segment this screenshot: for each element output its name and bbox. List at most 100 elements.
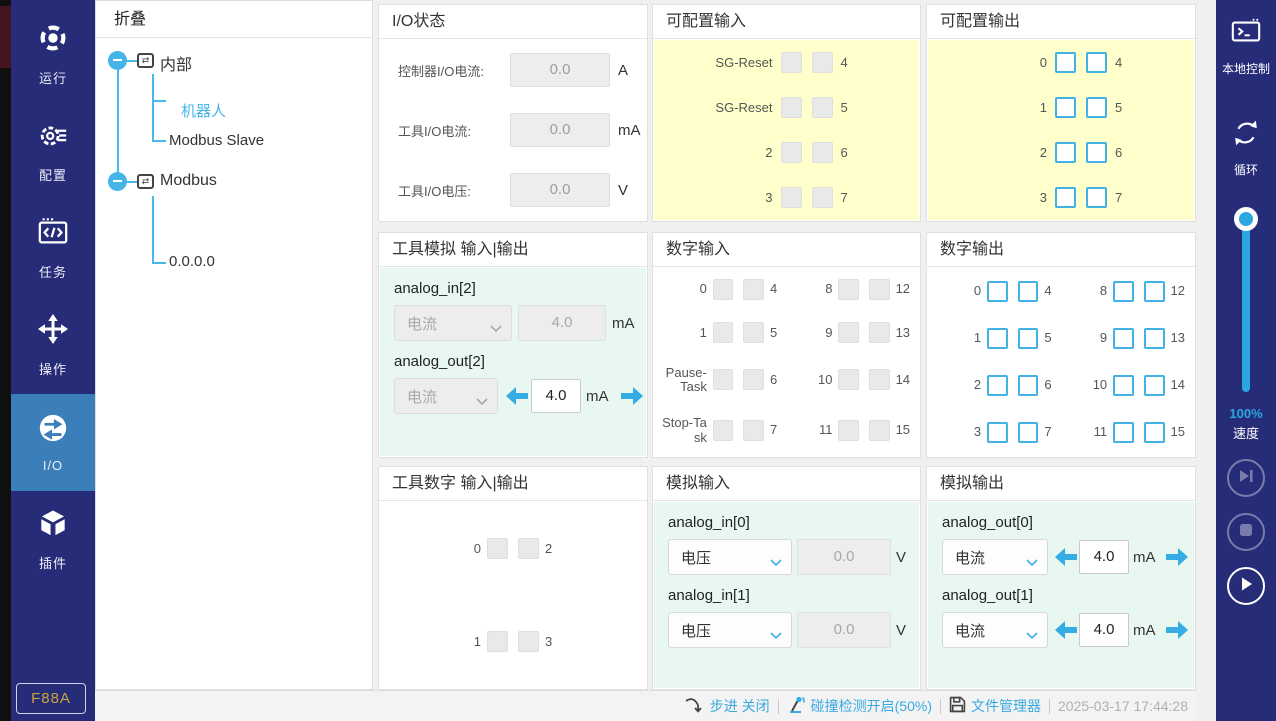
tree-node-modbus[interactable]: Modbus <box>160 172 217 190</box>
config-input-checkbox <box>781 187 802 208</box>
digital-output-checkbox[interactable] <box>987 375 1008 396</box>
config-output-checkbox[interactable] <box>1086 187 1107 208</box>
background-window-edge <box>0 0 11 721</box>
digital-output-checkbox[interactable] <box>1018 422 1039 443</box>
digital-output-checkbox[interactable] <box>987 422 1008 443</box>
digital-output-checkbox[interactable] <box>1113 422 1134 443</box>
digital-output-checkbox[interactable] <box>1144 422 1165 443</box>
nav-label: 操作 <box>39 359 67 378</box>
nav-item-config[interactable]: 配置 <box>11 103 95 200</box>
io-label: 4 <box>1044 284 1068 298</box>
analog-in-1-value: 0.0 <box>797 612 891 648</box>
digital-output-checkbox[interactable] <box>987 328 1008 349</box>
io-label: 1 <box>934 331 981 345</box>
analog-in-1-row: 电压 0.0 V <box>668 612 919 648</box>
digital-input-checkbox <box>713 420 734 441</box>
config-input-row: 2 6 <box>654 142 919 163</box>
panel-analog-output: 模拟输出 analog_out[0] 电流 4.0 mA analog_out[… <box>926 466 1196 690</box>
io-label: 1 <box>947 100 1047 115</box>
mode-select[interactable]: 电压 <box>668 612 792 648</box>
step-forward-button <box>1227 459 1265 497</box>
digital-output-checkbox[interactable] <box>1113 281 1134 302</box>
nav-item-operate[interactable]: 操作 <box>11 297 95 394</box>
channel-label: analog_in[0] <box>668 514 919 531</box>
config-output-checkbox[interactable] <box>1055 97 1076 118</box>
config-input-checkbox <box>812 187 833 208</box>
config-output-checkbox[interactable] <box>1086 142 1107 163</box>
mode-select[interactable]: 电压 <box>668 539 792 575</box>
increase-arrow-button[interactable] <box>1166 548 1188 566</box>
analog-out-2-value[interactable]: 4.0 <box>531 379 581 413</box>
config-output-checkbox[interactable] <box>1086 52 1107 73</box>
mode-select[interactable]: 电流 <box>942 539 1048 575</box>
decrease-arrow-button[interactable] <box>1055 621 1077 639</box>
tree-node-modbus-slave[interactable]: Modbus Slave <box>169 132 264 149</box>
digital-output-checkbox[interactable] <box>987 281 1008 302</box>
io-label: SG-Reset <box>673 100 773 115</box>
panel-tool-analog-io: 工具模拟 输入|输出 analog_in[2] 电流 4.0 mA analog… <box>378 232 648 458</box>
step-mode-status[interactable]: 步进 关闭 <box>685 696 770 716</box>
clock-timestamp: 2025-03-17 17:44:28 <box>1058 698 1188 714</box>
io-label: 6 <box>770 373 793 387</box>
digital-input-checkbox <box>869 322 890 343</box>
tree-collapse-toggle-internal[interactable] <box>108 51 127 70</box>
local-control-button[interactable]: 本地控制 <box>1216 16 1276 77</box>
play-icon <box>1238 576 1254 597</box>
collapse-all-button[interactable]: 折叠 <box>96 1 372 38</box>
tree-node-robot[interactable]: 机器人 <box>169 92 250 128</box>
nav-item-run[interactable]: 运行 <box>11 6 95 103</box>
loop-button[interactable]: 循环 <box>1216 117 1276 178</box>
play-button[interactable] <box>1227 567 1265 605</box>
collision-detection-status[interactable]: 碰撞检测开启(50%) <box>787 696 932 717</box>
analog-out-1-value[interactable]: 4.0 <box>1079 613 1129 647</box>
io-status-row: 控制器I/O电流: 0.0 A <box>380 53 646 87</box>
analog-out-0-value[interactable]: 4.0 <box>1079 540 1129 574</box>
digital-output-checkbox[interactable] <box>1113 375 1134 396</box>
file-manager-button[interactable]: 文件管理器 <box>949 696 1041 716</box>
panel-title: 可配置输出 <box>927 5 1195 39</box>
io-device-tree-panel: 折叠 ⇄ 内部 机器人 Modbus Slave ⇄ Modbus 0.0.0.… <box>95 0 373 690</box>
io-label: 3 <box>673 190 773 205</box>
digital-output-row: 2 6 10 14 <box>928 375 1194 396</box>
digital-output-checkbox[interactable] <box>1018 328 1039 349</box>
digital-output-checkbox[interactable] <box>1018 281 1039 302</box>
mode-select[interactable]: 电流 <box>942 612 1048 648</box>
tool-analog-in-row: 电流 4.0 mA <box>394 305 646 341</box>
tree-node-ip[interactable]: 0.0.0.0 <box>169 253 215 270</box>
config-output-checkbox[interactable] <box>1055 52 1076 73</box>
tree-line <box>152 100 166 102</box>
config-output-checkbox[interactable] <box>1055 142 1076 163</box>
tree-line <box>152 262 166 264</box>
config-output-checkbox[interactable] <box>1055 187 1076 208</box>
digital-input-checkbox <box>713 369 734 390</box>
io-label: 7 <box>1115 190 1175 205</box>
digital-output-row: 3 7 11 15 <box>928 422 1194 443</box>
io-label: 5 <box>841 100 901 115</box>
move-arrows-icon <box>37 313 69 350</box>
panel-title: 工具模拟 输入|输出 <box>379 233 647 267</box>
chevron-down-icon <box>770 627 782 644</box>
app-window: 运行 配置 任务 操作 I/O <box>0 0 1276 721</box>
digital-output-checkbox[interactable] <box>1144 375 1165 396</box>
decrease-arrow-button[interactable] <box>506 387 528 405</box>
speed-slider-knob[interactable] <box>1234 207 1258 231</box>
speed-slider-track[interactable] <box>1242 216 1250 392</box>
nav-item-io[interactable]: I/O <box>11 394 95 491</box>
chevron-down-icon <box>490 320 502 337</box>
increase-arrow-button[interactable] <box>621 387 643 405</box>
nav-item-plugin[interactable]: 插件 <box>11 491 95 588</box>
tree-collapse-toggle-modbus[interactable] <box>108 172 127 191</box>
digital-output-checkbox[interactable] <box>1144 281 1165 302</box>
digital-output-checkbox[interactable] <box>1113 328 1134 349</box>
io-label: Pause-Task <box>660 366 707 395</box>
robot-id-badge[interactable]: F88A <box>16 683 86 714</box>
increase-arrow-button[interactable] <box>1166 621 1188 639</box>
digital-output-checkbox[interactable] <box>1018 375 1039 396</box>
config-output-checkbox[interactable] <box>1086 97 1107 118</box>
nav-item-task[interactable]: 任务 <box>11 200 95 297</box>
digital-output-checkbox[interactable] <box>1144 328 1165 349</box>
decrease-arrow-button[interactable] <box>1055 548 1077 566</box>
tree-node-internal[interactable]: 内部 <box>160 51 192 75</box>
nav-label: 插件 <box>39 553 67 572</box>
background-window-red-edge <box>0 6 11 68</box>
